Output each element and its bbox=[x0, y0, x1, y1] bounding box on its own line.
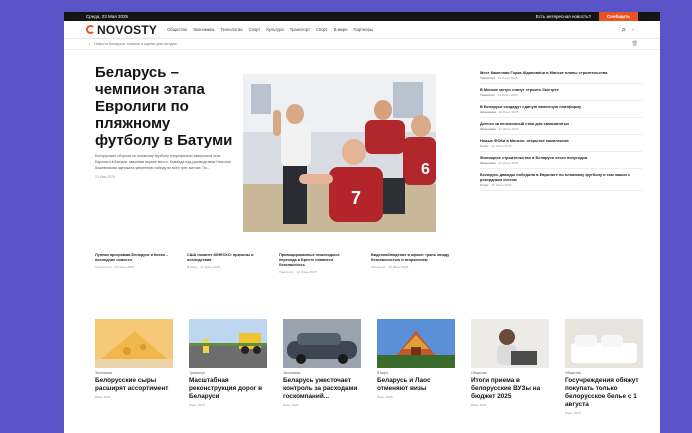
card-category: Общество bbox=[565, 371, 582, 375]
card-category: Общество bbox=[471, 371, 488, 375]
list-item[interactable]: Мост Каменная Горка-Жданови́чи в Минске … bbox=[480, 67, 642, 84]
news-question: Есть интересная новость? bbox=[535, 14, 591, 19]
search-icon[interactable]: ⌕ bbox=[622, 25, 626, 35]
lead-photo[interactable]: 6 7 bbox=[243, 74, 436, 232]
top-bar: Среда, 23 Мая 2025 Есть интересная новос… bbox=[64, 12, 660, 21]
news-card[interactable]: В мире Беларусь и Лаос отменяют визы Июн… bbox=[377, 319, 455, 415]
lead-article[interactable]: Беларусь – чемпион этапа Евролиги по пля… bbox=[95, 64, 233, 179]
card-date: Июнь 2025 bbox=[565, 411, 581, 415]
card-title[interactable]: Белорусские сыры расширят ассортимент bbox=[95, 377, 173, 393]
list-item[interactable]: Жилищное строительство в Беларуси итоги … bbox=[480, 152, 642, 169]
nav-item-sport-2[interactable]: Спорт bbox=[316, 27, 328, 32]
nav-item-transport[interactable]: Транспорт bbox=[290, 27, 310, 32]
lead-date: 23 Мая 2025 bbox=[95, 175, 115, 179]
news-card[interactable]: Транспорт Масштабная реконструкция дорог… bbox=[189, 319, 267, 415]
road-image[interactable] bbox=[189, 319, 267, 368]
side-news-list: Мост Каменная Горка-Жданови́чи в Минске … bbox=[480, 67, 642, 191]
card-date: Июнь 2025 bbox=[471, 403, 487, 407]
card-title[interactable]: Беларусь ужесточает контроль за расходам… bbox=[283, 377, 361, 401]
nav-item-tekhnologii[interactable]: Технологии bbox=[220, 27, 242, 32]
nav-item-partnery[interactable]: Партнеры bbox=[354, 27, 373, 32]
main-nav: Общество Экономика Технологии Спорт Куль… bbox=[167, 27, 622, 32]
tip-button[interactable]: Сообщить bbox=[598, 12, 638, 21]
card-title[interactable]: Госучреждения обяжут покупать только бел… bbox=[565, 377, 643, 409]
lead-summary: Белорусские сборная по пляжному футболу … bbox=[95, 154, 231, 170]
list-item[interactable]: В Беларуси создадут единую валютную плат… bbox=[480, 101, 642, 118]
card-title[interactable]: Масштабная реконструкция дорог в Беларус… bbox=[189, 377, 267, 401]
student-image[interactable] bbox=[471, 319, 549, 368]
menu-icon[interactable]: 0 ∷ bbox=[632, 27, 638, 32]
arrow-icon: → bbox=[86, 41, 91, 47]
logo-text: NOVOSTY bbox=[97, 22, 158, 37]
beach-football-team-photo: 6 7 bbox=[243, 74, 436, 232]
list-item[interactable]: Беларусь дважды победила в Евролиге по п… bbox=[480, 169, 642, 191]
list-item[interactable]: Новые ФОКи в Минске: открытие комплексов… bbox=[480, 135, 642, 152]
card-date: Июнь 2025 bbox=[189, 403, 205, 407]
site-header: NOVOSTY Общество Экономика Технологии Сп… bbox=[64, 21, 660, 39]
list-item[interactable]: США покинет ЮНЕСКО: причины и последстви… bbox=[187, 253, 266, 274]
breadcrumb-text[interactable]: Новости Беларуси: главное и оценки дня с… bbox=[94, 42, 177, 46]
cars-image[interactable] bbox=[283, 319, 361, 368]
browser-page: Среда, 23 Мая 2025 Есть интересная новос… bbox=[64, 12, 660, 433]
news-card[interactable]: Экономика Белорусские сыры расширят ассо… bbox=[95, 319, 173, 415]
nav-item-sport[interactable]: Спорт bbox=[249, 27, 261, 32]
lead-title[interactable]: Беларусь – чемпион этапа Евролиги по пля… bbox=[95, 64, 233, 149]
card-title[interactable]: Беларусь и Лаос отменяют визы bbox=[377, 377, 455, 393]
nav-item-ekonomika[interactable]: Экономика bbox=[193, 27, 214, 32]
list-item[interactable]: Деньги за пенсионный стаж для самозаняты… bbox=[480, 118, 642, 135]
nav-item-v-mire[interactable]: В мире bbox=[334, 27, 348, 32]
card-category: Экономика bbox=[95, 371, 113, 375]
card-category: В мире bbox=[377, 371, 389, 375]
current-date: Среда, 23 Мая 2025 bbox=[86, 14, 129, 19]
nav-item-kultura[interactable]: Культура bbox=[266, 27, 283, 32]
card-date: Июнь 2025 bbox=[95, 395, 111, 399]
list-item[interactable]: В Минске метро станут строить быстрее Тра… bbox=[480, 84, 642, 101]
card-date: Июнь 2025 bbox=[377, 395, 393, 399]
header-icons: ⌕ 0 ∷ bbox=[622, 25, 638, 35]
svg-text:7: 7 bbox=[351, 188, 361, 208]
card-category: Экономика bbox=[283, 371, 301, 375]
card-date: Июнь 2025 bbox=[283, 403, 299, 407]
list-item[interactable]: Видеонаблюдение в офисе: грань между без… bbox=[371, 253, 450, 274]
news-card[interactable]: Общество Госучреждения обяжут покупать т… bbox=[565, 319, 643, 415]
secondary-news: Лунная программа Беларуси и Китая – посл… bbox=[95, 253, 455, 274]
list-item[interactable]: Провоцированных пешеходных перехода в Бр… bbox=[279, 253, 358, 274]
bedding-image[interactable] bbox=[565, 319, 643, 368]
card-title[interactable]: Итоги приема в белорусские ВУЗы на бюдже… bbox=[471, 377, 549, 401]
cheese-image[interactable] bbox=[95, 319, 173, 368]
list-item[interactable]: Лунная программа Беларуси и Китая – посл… bbox=[95, 253, 174, 274]
news-card[interactable]: Экономика Беларусь ужесточает контроль з… bbox=[283, 319, 361, 415]
logo-mark-icon bbox=[86, 25, 95, 34]
temple-image[interactable] bbox=[377, 319, 455, 368]
trash-icon[interactable]: 🗑 bbox=[632, 41, 638, 47]
svg-text:6: 6 bbox=[421, 161, 430, 178]
nav-item-obshchestvo[interactable]: Общество bbox=[167, 27, 187, 32]
card-category: Транспорт bbox=[189, 371, 206, 375]
news-cards: Экономика Белорусские сыры расширят ассо… bbox=[95, 319, 655, 415]
news-card[interactable]: Общество Итоги приема в белорусские ВУЗы… bbox=[471, 319, 549, 415]
site-logo[interactable]: NOVOSTY bbox=[86, 23, 157, 37]
breadcrumb: → Новости Беларуси: главное и оценки дня… bbox=[64, 39, 660, 50]
